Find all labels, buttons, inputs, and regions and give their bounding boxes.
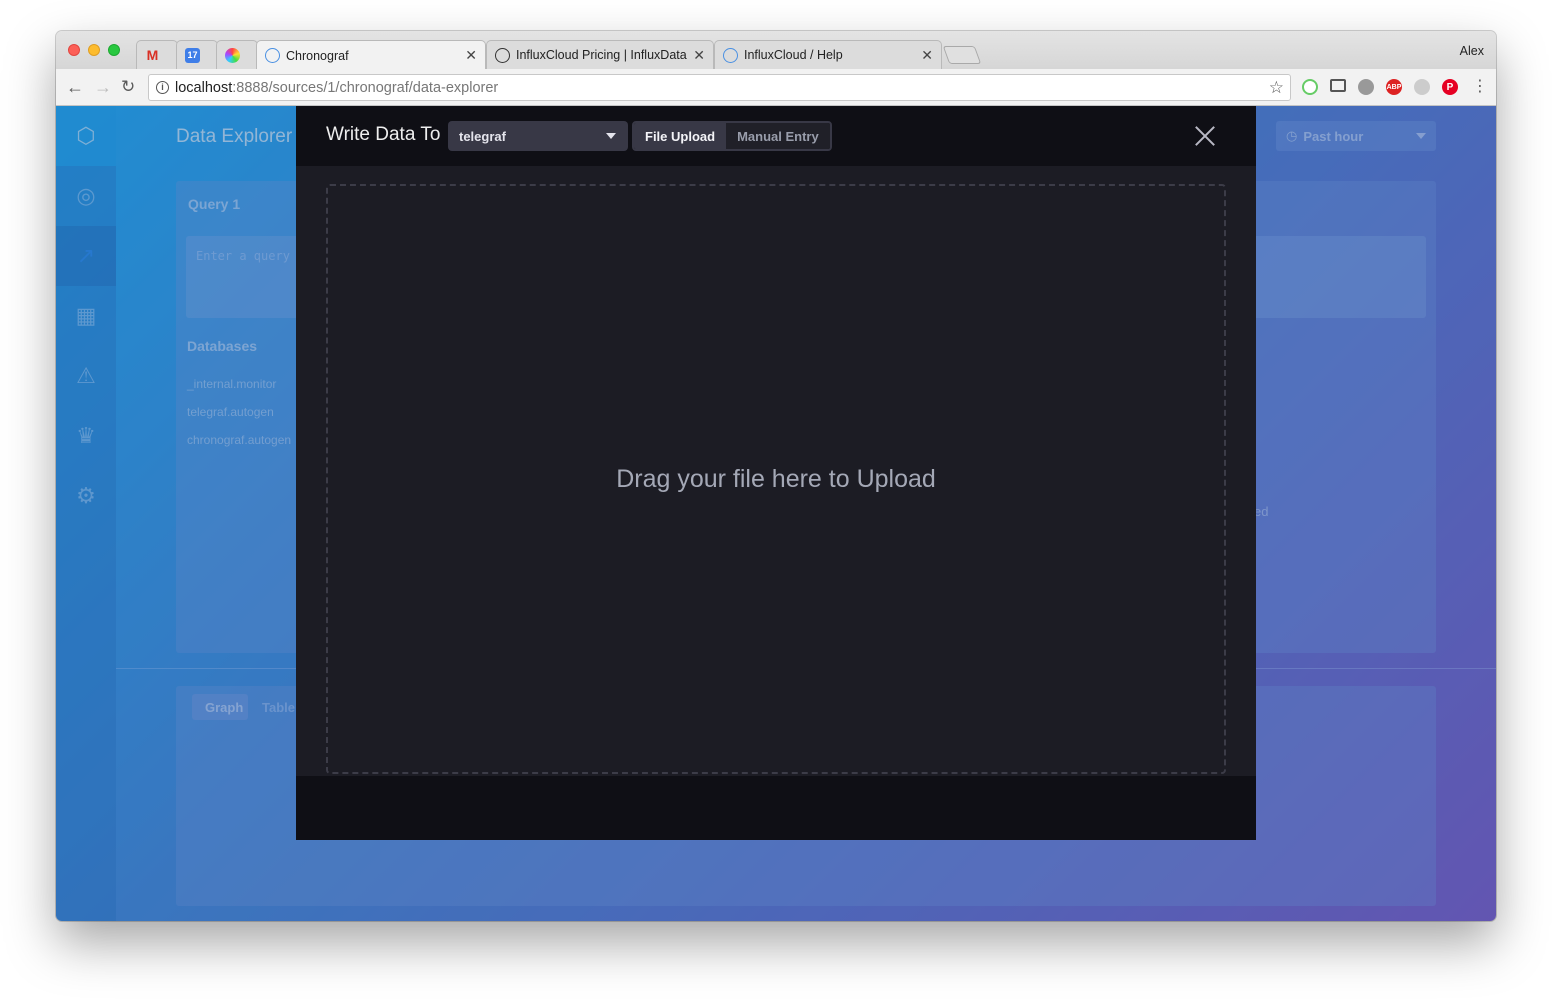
new-tab-button[interactable] xyxy=(942,46,982,64)
browser-window: M 17 Chronograf ✕ InfluxCloud Pricing | … xyxy=(56,31,1496,921)
modal-title: Write Data To xyxy=(326,124,441,145)
database-dropdown[interactable]: telegraf xyxy=(448,121,628,151)
chronograf-icon xyxy=(265,48,280,63)
reload-icon[interactable]: ↻ xyxy=(121,77,135,97)
chronograf-app: ⬡ ◎ ↗ ▦ ⚠ ♛ ⚙ Data Explorer Query 1 Ente… xyxy=(56,106,1496,921)
caret-down-icon xyxy=(606,133,616,139)
close-icon[interactable]: ✕ xyxy=(693,47,705,64)
extension-target-icon[interactable] xyxy=(1302,79,1318,95)
cast-icon[interactable] xyxy=(1330,79,1346,92)
modal-body: Drag your file here to Upload xyxy=(296,166,1256,840)
tab-chronograf[interactable]: Chronograf ✕ xyxy=(256,40,486,70)
tab-calendar[interactable]: 17 xyxy=(176,40,218,69)
color-wheel-icon xyxy=(225,47,240,63)
speech-bubble-icon[interactable] xyxy=(1358,79,1374,95)
chronograf-icon xyxy=(723,47,738,63)
tab-influxcloud-help[interactable]: InfluxCloud / Help ✕ xyxy=(714,40,942,69)
file-upload-button[interactable]: File Upload xyxy=(634,123,727,149)
close-window-button[interactable] xyxy=(68,44,80,56)
modal-header: Write Data To telegraf File Upload Manua… xyxy=(296,106,1256,166)
dropzone-text: Drag your file here to Upload xyxy=(616,464,936,493)
close-icon[interactable] xyxy=(1194,125,1216,147)
minimize-window-button[interactable] xyxy=(88,44,100,56)
close-icon[interactable]: ✕ xyxy=(465,47,477,64)
tab-title: InfluxCloud / Help xyxy=(744,48,843,62)
tab-strip: M 17 Chronograf ✕ InfluxCloud Pricing | … xyxy=(56,31,1496,70)
database-dropdown-value: telegraf xyxy=(459,128,506,144)
tab-gmail[interactable]: M xyxy=(136,40,178,69)
address-bar[interactable]: i localhost:8888/sources/1/chronograf/da… xyxy=(148,74,1291,101)
drive-icon[interactable] xyxy=(1414,79,1430,95)
info-icon[interactable]: i xyxy=(156,81,169,94)
gmail-icon: M xyxy=(146,47,159,63)
back-arrow-icon[interactable]: ← xyxy=(66,77,84,97)
file-dropzone[interactable]: Drag your file here to Upload xyxy=(326,184,1226,774)
tab-influxcloud-pricing[interactable]: InfluxCloud Pricing | InfluxData ✕ xyxy=(486,40,714,69)
url-host: localhost xyxy=(175,79,233,96)
bookmark-star-icon[interactable]: ☆ xyxy=(1269,78,1284,98)
menu-dots-icon[interactable]: ⋮ xyxy=(1472,77,1488,97)
influx-icon xyxy=(495,47,510,63)
manual-entry-button[interactable]: Manual Entry xyxy=(726,123,830,149)
profile-name[interactable]: Alex xyxy=(1460,44,1484,58)
maximize-window-button[interactable] xyxy=(108,44,120,56)
pinterest-icon[interactable]: P xyxy=(1442,79,1458,95)
tab-colors[interactable] xyxy=(216,40,258,69)
tab-title: InfluxCloud Pricing | InfluxData xyxy=(516,48,687,62)
write-data-modal: Write Data To telegraf File Upload Manua… xyxy=(296,106,1256,840)
abp-icon[interactable]: ABP xyxy=(1386,79,1402,95)
url-path: :8888/sources/1/chronograf/data-explorer xyxy=(232,79,499,96)
browser-toolbar: ← → ↻ i localhost:8888/sources/1/chronog… xyxy=(56,69,1496,106)
forward-arrow-icon[interactable]: → xyxy=(94,77,112,97)
tab-title: Chronograf xyxy=(286,48,349,63)
calendar-icon: 17 xyxy=(185,47,200,63)
mode-toggle: File Upload Manual Entry xyxy=(632,121,832,151)
close-icon[interactable]: ✕ xyxy=(921,47,933,64)
modal-footer xyxy=(296,776,1256,840)
